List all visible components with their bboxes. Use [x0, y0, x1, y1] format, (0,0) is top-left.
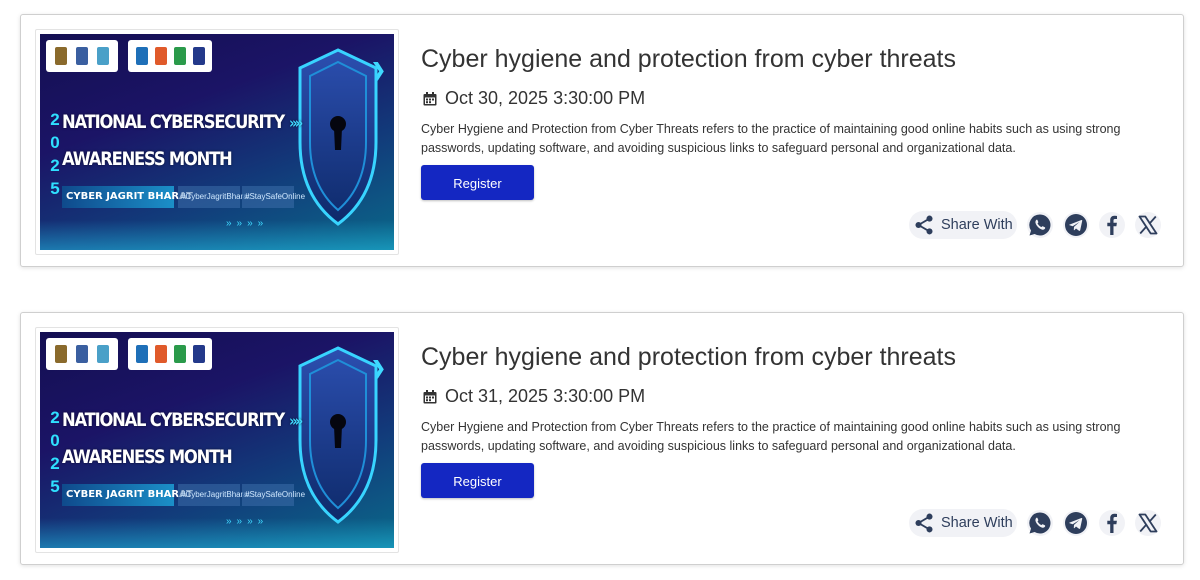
whatsapp-share-button[interactable]	[1026, 510, 1053, 536]
x-icon	[1138, 513, 1158, 533]
ministry-logo	[46, 338, 118, 370]
share-with-button[interactable]: Share With	[909, 509, 1017, 537]
facebook-icon	[1107, 215, 1117, 235]
register-button[interactable]: Register	[421, 165, 534, 200]
banner-tag: CYBER JAGRIT BHARAT	[62, 484, 193, 506]
event-title: Cyber hygiene and protection from cyber …	[421, 45, 956, 73]
event-banner-image[interactable]: ❯❯❯ 2 0 2 5 NATIONAL CY	[35, 327, 399, 553]
calendar-icon	[423, 389, 437, 403]
banner-hashtag: #CyberJagritBharat	[178, 186, 250, 208]
partner-logos	[128, 40, 212, 72]
event-date: Oct 31, 2025 3:30:00 PM	[445, 386, 646, 406]
facebook-share-button[interactable]	[1098, 510, 1125, 536]
banner-graphic: ❯❯❯ 2 0 2 5 NATIONAL CY	[40, 332, 394, 548]
banner-hashtag: #CyberJagritBharat	[178, 484, 250, 506]
banner-graphic: ❯❯❯ 2 0 2 5 NATIONAL CY	[40, 34, 394, 250]
telegram-icon	[1064, 512, 1087, 534]
banner-title: NATIONAL CYBERSECURITY»» AWARENESS MONTH	[62, 409, 303, 468]
share-icon	[915, 215, 933, 235]
telegram-share-button[interactable]	[1062, 510, 1089, 536]
share-bar: Share With	[909, 508, 1161, 538]
share-icon	[915, 513, 933, 533]
banner-glow-strip	[40, 518, 394, 548]
whatsapp-icon	[1029, 214, 1051, 236]
calendar-icon	[423, 91, 437, 105]
event-title: Cyber hygiene and protection from cyber …	[421, 343, 956, 371]
ministry-logo	[46, 40, 118, 72]
event-description: Cyber Hygiene and Protection from Cyber …	[421, 420, 1121, 453]
facebook-icon	[1107, 513, 1117, 533]
share-label: Share With	[941, 217, 1013, 233]
event-description: Cyber Hygiene and Protection from Cyber …	[421, 122, 1121, 155]
banner-hashtag: #StaySafeOnline	[242, 186, 305, 208]
x-share-button[interactable]	[1134, 510, 1161, 536]
shield-keyhole-icon	[298, 48, 378, 226]
x-icon	[1138, 215, 1158, 235]
register-button[interactable]: Register	[421, 463, 534, 498]
event-date-row: Oct 30, 2025 3:30:00 PM	[423, 88, 645, 109]
banner-year: 2 0 2 5	[50, 110, 60, 198]
banner-glow-strip	[40, 220, 394, 250]
event-date: Oct 30, 2025 3:30:00 PM	[445, 88, 646, 108]
banner-tag: CYBER JAGRIT BHARAT	[62, 186, 193, 208]
x-share-button[interactable]	[1134, 212, 1161, 238]
whatsapp-share-button[interactable]	[1026, 212, 1053, 238]
telegram-icon	[1064, 214, 1087, 236]
event-date-row: Oct 31, 2025 3:30:00 PM	[423, 386, 645, 407]
banner-arrows-decor: »»»»	[226, 516, 269, 527]
facebook-share-button[interactable]	[1098, 212, 1125, 238]
partner-logos	[128, 338, 212, 370]
event-banner-image[interactable]: ❯❯❯ 2 0 2 5 NATIONAL CY	[35, 29, 399, 255]
share-bar: Share With	[909, 210, 1161, 240]
banner-year: 2 0 2 5	[50, 408, 60, 496]
shield-keyhole-icon	[298, 346, 378, 524]
event-card: ❯❯❯ 2 0 2 5 NATIONAL CY	[20, 312, 1184, 565]
whatsapp-icon	[1029, 512, 1051, 534]
share-label: Share With	[941, 515, 1013, 531]
banner-arrows-decor: »»»»	[226, 218, 269, 229]
share-with-button[interactable]: Share With	[909, 211, 1017, 239]
banner-hashtag: #StaySafeOnline	[242, 484, 305, 506]
event-card: ❯❯❯ 2 0 2 5 NATIONAL CY	[20, 14, 1184, 267]
banner-title: NATIONAL CYBERSECURITY»» AWARENESS MONTH	[62, 111, 303, 170]
telegram-share-button[interactable]	[1062, 212, 1089, 238]
